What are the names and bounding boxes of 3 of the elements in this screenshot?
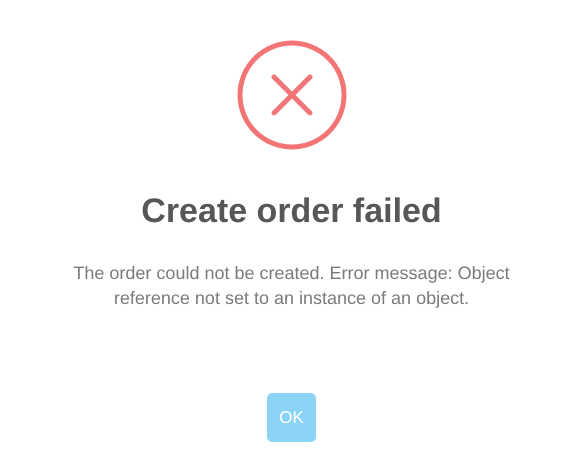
error-message: The order could not be created. Error message: Object reference not set to an instance of an object. bbox=[72, 262, 511, 310]
dialog-title: Create order failed bbox=[141, 191, 442, 231]
error-icon bbox=[236, 39, 348, 151]
